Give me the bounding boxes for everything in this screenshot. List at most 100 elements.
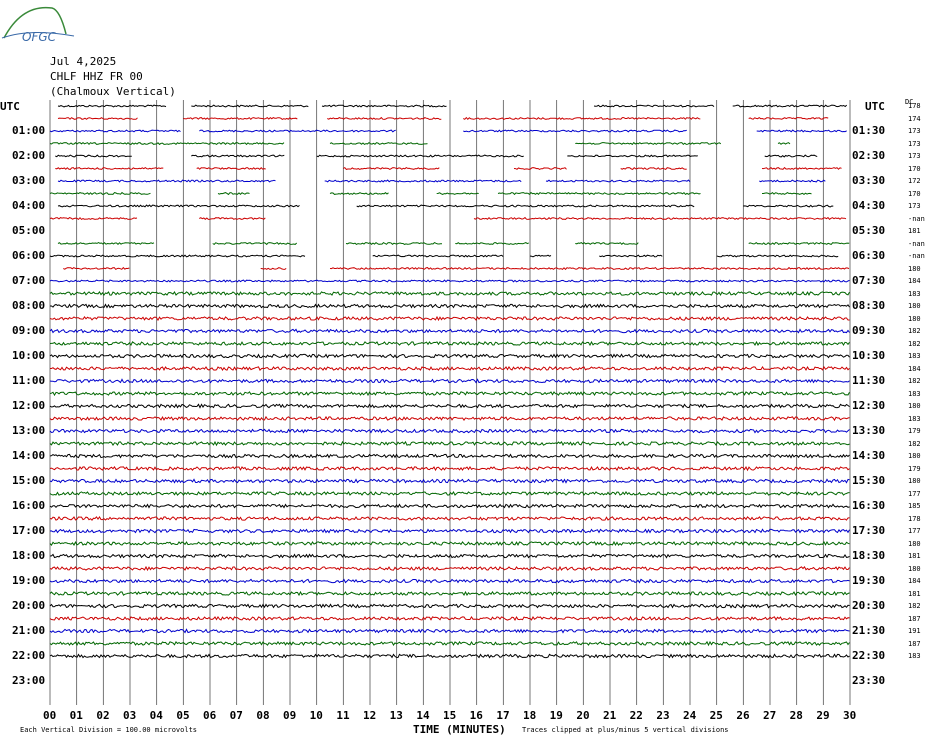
x-tick-label: 04	[149, 709, 163, 722]
x-tick-label: 11	[336, 709, 350, 722]
dc-offset-value: 182	[908, 439, 921, 448]
trace-segment	[716, 254, 839, 258]
dc-offset-value: 170	[908, 164, 921, 173]
clip-note: Traces clipped at plus/minus 5 vertical …	[522, 726, 729, 734]
trace-segment	[57, 104, 167, 108]
dc-offset-value: 184	[908, 277, 921, 285]
trace-segment	[743, 204, 834, 208]
right-hour-label: 05:30	[852, 224, 886, 237]
left-hour-label: 09:00	[12, 324, 46, 337]
trace-segment	[55, 166, 164, 170]
trace-segment	[316, 154, 524, 158]
trace-segment	[327, 116, 442, 120]
x-tick-label: 24	[683, 709, 697, 722]
right-hour-label: 07:30	[852, 274, 886, 287]
x-tick-label: 23	[656, 709, 670, 722]
dc-offset-value: 182	[908, 327, 921, 335]
x-tick-label: 19	[549, 709, 563, 722]
x-tick-label: 26	[736, 709, 750, 722]
dc-offset-value: 184	[908, 364, 921, 373]
x-tick-label: 03	[123, 709, 137, 722]
dc-offset-value: 183	[908, 352, 921, 360]
dc-offset-value: 182	[908, 377, 921, 385]
left-hour-label: 08:00	[12, 299, 46, 312]
dc-offset-value: 183	[908, 414, 921, 423]
dc-offset-value: 173	[908, 152, 921, 160]
left-hour-label: 19:00	[12, 574, 46, 587]
dc-offset-value: 181	[908, 552, 921, 560]
x-tick-label: 25	[709, 709, 723, 722]
left-hour-label: 14:00	[12, 449, 46, 462]
trace-segment	[759, 179, 826, 183]
dc-offset-value: 174	[908, 114, 921, 123]
x-tick-label: 10	[309, 709, 323, 722]
trace-segment	[49, 216, 138, 221]
right-hour-label: 15:30	[852, 474, 886, 487]
x-axis-label: TIME (MINUTES)	[413, 723, 506, 736]
dc-offset-value: 173	[908, 202, 921, 210]
dc-offset-value: 184	[908, 577, 921, 585]
x-tick-label: 14	[416, 709, 430, 722]
dc-offset-value: 178	[908, 102, 921, 110]
dc-offset-value: -nan	[908, 239, 925, 248]
dc-offset-value: 181	[908, 227, 921, 235]
right-hour-label: 02:30	[852, 149, 886, 162]
right-hour-label: 23:30	[852, 674, 886, 687]
x-tick-label: 02	[96, 709, 110, 722]
trace-segment	[260, 267, 287, 270]
trace-segment	[545, 179, 691, 183]
trace-segment	[183, 116, 298, 121]
dc-offset-value: 177	[908, 489, 921, 498]
right-hour-label: 13:30	[852, 424, 886, 437]
trace-segment	[217, 192, 250, 196]
dc-offset-value: 191	[908, 627, 921, 635]
dc-offset-value: 185	[908, 502, 921, 510]
trace-segment	[463, 116, 701, 121]
x-tick-label: 30	[843, 709, 857, 722]
x-tick-label: 21	[603, 709, 617, 722]
trace-segment	[356, 204, 695, 208]
trace-segment	[748, 241, 850, 246]
dc-offset-value: 181	[908, 589, 921, 598]
x-tick-label: 13	[389, 709, 403, 722]
dc-offset-value: 180	[908, 564, 921, 573]
left-hour-label: 02:00	[12, 149, 46, 162]
trace-segment	[212, 241, 298, 246]
x-tick-label: 12	[363, 709, 377, 722]
trace-segment	[748, 116, 829, 120]
x-tick-label: 22	[629, 709, 643, 722]
right-hour-label: 16:30	[852, 499, 886, 512]
dc-offset-value: 187	[908, 614, 921, 623]
right-hour-label: 17:30	[852, 524, 886, 537]
trace-segment	[49, 141, 285, 146]
left-hour-label: 01:00	[12, 124, 46, 137]
x-tick-label: 18	[523, 709, 537, 722]
right-hour-label: 11:30	[852, 374, 886, 387]
trace-segment	[620, 167, 687, 170]
x-tick-label: 09	[283, 709, 297, 722]
left-hour-label: 22:00	[12, 649, 46, 662]
dc-offset-value: 180	[908, 539, 921, 548]
trace-segment	[321, 104, 447, 108]
trace-segment	[55, 154, 132, 158]
trace-segment	[455, 242, 530, 245]
dc-offset-value: 180	[908, 302, 921, 310]
left-hour-label: 03:00	[12, 174, 46, 187]
right-hour-label: 19:30	[852, 574, 886, 587]
dc-offset-value: 183	[908, 652, 921, 660]
trace-segment	[329, 192, 389, 195]
dc-offset-value: -nan	[908, 214, 925, 223]
x-tick-label: 06	[203, 709, 217, 722]
x-tick-label: 01	[69, 709, 83, 722]
dc-offset-value: 179	[908, 427, 921, 435]
right-hour-label: 04:30	[852, 199, 886, 212]
trace-segment	[57, 179, 276, 183]
left-hour-label: 17:00	[12, 524, 46, 537]
dc-offset-value: 170	[908, 189, 921, 198]
left-hour-label: 16:00	[12, 499, 46, 512]
left-hour-label: 20:00	[12, 599, 46, 612]
x-tick-label: 27	[763, 709, 777, 722]
trace-segment	[196, 166, 266, 170]
trace-segment	[199, 129, 396, 133]
dc-offset-value: 173	[908, 139, 921, 148]
